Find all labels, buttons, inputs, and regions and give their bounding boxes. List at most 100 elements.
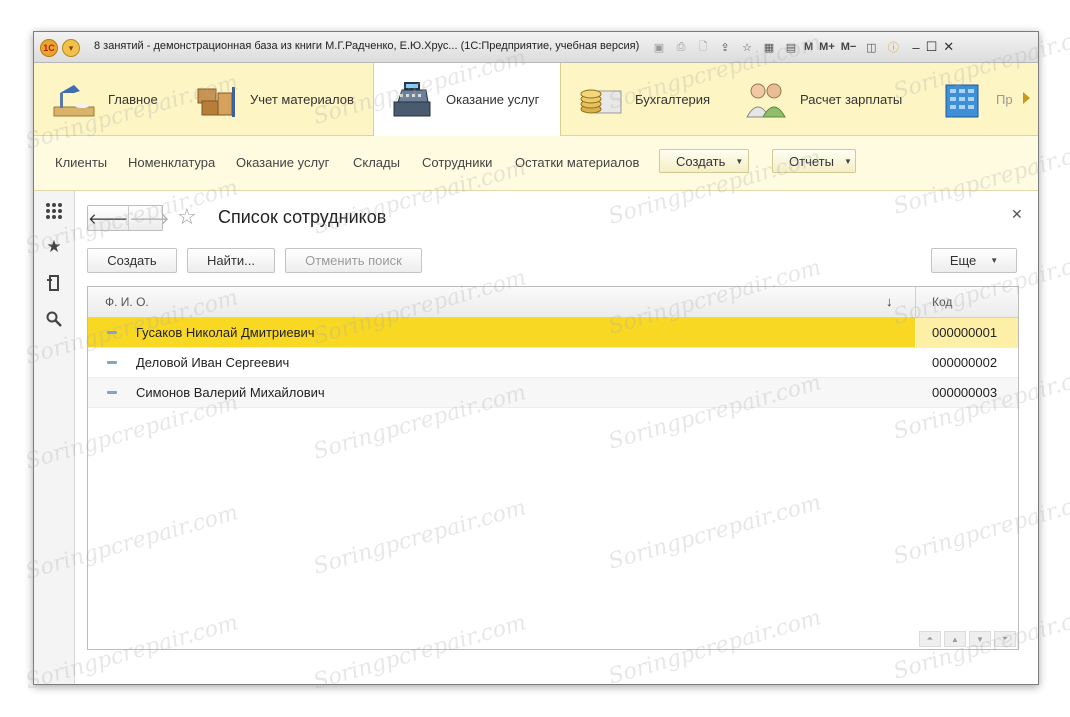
section-label: Главное	[108, 91, 158, 107]
chevron-down-icon: ▼	[735, 156, 744, 166]
search-icon[interactable]	[44, 309, 64, 329]
employee-code: 000000001	[932, 325, 998, 340]
section-accounting[interactable]: Бухгалтерия	[579, 63, 710, 135]
title-bar: 1C ▾ 8 занятий - демонстрационная база и…	[34, 32, 1038, 63]
cmd-services[interactable]: Оказание услуг	[236, 155, 329, 170]
preview-icon[interactable]: 🗋	[694, 38, 712, 56]
section-services[interactable]: Оказание услуг	[373, 63, 561, 136]
print-icon[interactable]: ⎙	[672, 38, 690, 56]
cmd-warehouses[interactable]: Склады	[353, 155, 400, 170]
forward-arrow-icon[interactable]: 🡒	[128, 206, 169, 230]
close-form-icon[interactable]: ✕	[1011, 206, 1023, 223]
table-row[interactable]: Деловой Иван Сергеевич 000000002	[88, 348, 1018, 378]
table-row[interactable]: Гусаков Николай Дмитриевич 000000001	[88, 318, 1018, 348]
section-commands-bar: Клиенты Номенклатура Оказание услуг Скла…	[34, 136, 1038, 191]
add-favorite-star-icon[interactable]: ☆	[177, 204, 197, 230]
code-cell: 000000002	[916, 348, 1018, 377]
window-title: 8 занятий - демонстрационная база из кни…	[94, 40, 640, 52]
column-header-code[interactable]: Код	[932, 295, 952, 309]
section-main[interactable]: Главное	[52, 63, 158, 135]
scroll-first-icon[interactable]: ⏶	[919, 631, 941, 647]
cmd-employees[interactable]: Сотрудники	[422, 155, 492, 170]
section-payroll[interactable]: Расчет зарплаты	[744, 63, 902, 135]
scroll-down-icon[interactable]: ▼	[969, 631, 991, 647]
more-label: Еще	[949, 253, 977, 268]
name-cell: Симонов Валерий Михайлович	[88, 378, 915, 407]
page-title: Список сотрудников	[218, 207, 387, 227]
section-label: Бухгалтерия	[635, 91, 711, 107]
sections-panel: Главное Учет материалов Оказание услуг Б…	[34, 63, 1038, 136]
section-label: Оказание услуг	[446, 92, 540, 107]
employee-code: 000000002	[932, 355, 998, 370]
left-tools-panel: ★	[34, 191, 75, 684]
navigation-buttons: 🡐 🡒	[87, 205, 169, 231]
column-divider	[915, 287, 916, 317]
app-window: 1C ▾ 8 занятий - демонстрационная база и…	[33, 31, 1039, 685]
find-button[interactable]: Найти...	[187, 248, 275, 273]
desk-lamp-icon	[52, 79, 96, 119]
calculator-icon[interactable]: ▦	[760, 38, 778, 56]
section-label: Пр	[996, 91, 1013, 107]
close-window-button[interactable]: ✕	[943, 39, 954, 55]
catalog-item-icon	[107, 331, 117, 334]
goto-link-icon[interactable]: ⇪	[716, 38, 734, 56]
code-cell: 000000001	[916, 318, 1018, 347]
main-menu-icon[interactable]: ▾	[62, 39, 80, 57]
column-header-name[interactable]: Ф. И. О.	[105, 295, 149, 309]
cmd-clients[interactable]: Клиенты	[55, 155, 107, 170]
calendar-icon[interactable]: ▤	[782, 38, 800, 56]
memory-subtract-button[interactable]: M−	[841, 41, 857, 53]
boxes-cart-icon	[194, 79, 238, 119]
building-icon	[940, 79, 984, 119]
favorites-star-icon[interactable]: ★	[44, 237, 64, 257]
cmd-material-balances[interactable]: Остатки материалов	[515, 155, 639, 170]
memory-store-button[interactable]: M	[804, 41, 813, 53]
cmd-nomenclature[interactable]: Номенклатура	[128, 155, 215, 170]
employee-name: Деловой Иван Сергеевич	[136, 355, 290, 370]
create-button[interactable]: Создать	[87, 248, 177, 273]
scroll-last-icon[interactable]: ⏷	[994, 631, 1016, 647]
reports-menu-button[interactable]: Отчеты ▼	[772, 149, 856, 173]
table-header: Ф. И. О. ↓ Код	[88, 287, 1018, 318]
chevron-down-icon: ▼	[990, 256, 999, 265]
info-icon[interactable]: ⓘ	[884, 38, 902, 56]
employee-code: 000000003	[932, 385, 998, 400]
catalog-item-icon	[107, 391, 117, 394]
more-button[interactable]: Еще ▼	[931, 248, 1017, 273]
coins-ledger-icon	[579, 79, 623, 119]
section-more[interactable]: Пр	[940, 63, 1013, 135]
cancel-search-button[interactable]: Отменить поиск	[285, 248, 422, 273]
employee-name: Гусаков Николай Дмитриевич	[136, 325, 315, 340]
create-menu-button[interactable]: Создать ▼	[659, 149, 749, 173]
memory-add-button[interactable]: M+	[819, 41, 835, 53]
create-menu-label: Создать	[676, 153, 726, 169]
favorites-icon[interactable]: ☆	[738, 38, 756, 56]
section-label: Учет материалов	[250, 91, 354, 107]
code-cell: 000000003	[916, 378, 1018, 407]
minimize-button[interactable]: –	[912, 40, 919, 55]
employees-list-form: 🡐 🡒 ☆ Список сотрудников ✕ Создать Найти…	[75, 191, 1038, 684]
people-icon	[744, 79, 788, 119]
employee-name: Симонов Валерий Михайлович	[136, 385, 325, 400]
sort-down-icon: ↓	[886, 294, 893, 309]
title-toolbar: ▣ ⎙ 🗋 ⇪ ☆ ▦ ▤ M M+ M− ◫ ⓘ – ☐ ✕	[650, 37, 954, 57]
save-icon[interactable]: ▣	[650, 38, 668, 56]
employees-table[interactable]: Ф. И. О. ↓ Код Гусаков Николай Дмитриеви…	[87, 286, 1019, 650]
app-logo-icon[interactable]: 1C	[40, 39, 58, 57]
scroll-sections-right-icon[interactable]	[1023, 92, 1030, 104]
name-cell: Гусаков Николай Дмитриевич	[88, 318, 915, 347]
cash-register-icon	[390, 80, 434, 120]
all-functions-icon[interactable]	[44, 201, 64, 221]
section-materials[interactable]: Учет материалов	[194, 63, 354, 135]
maximize-button[interactable]: ☐	[926, 39, 938, 55]
history-icon[interactable]	[44, 273, 64, 293]
catalog-item-icon	[107, 361, 117, 364]
table-row[interactable]: Симонов Валерий Михайлович 000000003	[88, 378, 1018, 408]
name-cell: Деловой Иван Сергеевич	[88, 348, 915, 377]
panels-icon[interactable]: ◫	[862, 38, 880, 56]
table-scroll-controls: ⏶ ▲ ▼ ⏷	[916, 631, 1016, 647]
reports-menu-label: Отчеты	[789, 153, 834, 169]
chevron-down-icon: ▼	[843, 156, 852, 166]
scroll-up-icon[interactable]: ▲	[944, 631, 966, 647]
back-arrow-icon[interactable]: 🡐	[88, 206, 128, 230]
